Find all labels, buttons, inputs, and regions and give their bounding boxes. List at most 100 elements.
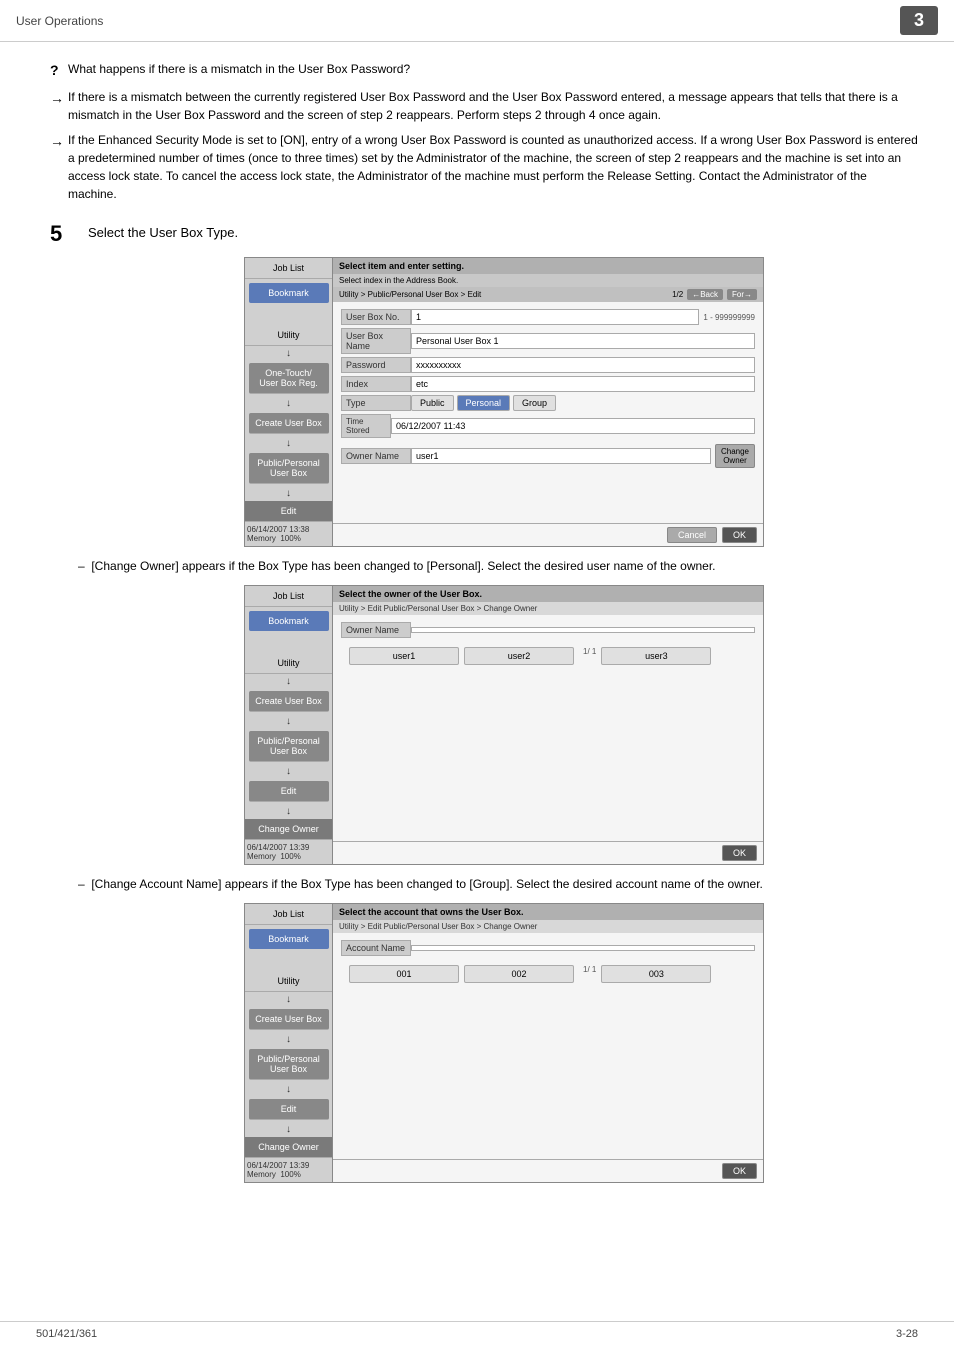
screen3-sidebar-create-user-box[interactable]: Create User Box <box>249 1009 329 1030</box>
field-value-boxno[interactable]: 1 <box>411 309 699 325</box>
field-value-password[interactable]: xxxxxxxxxx <box>411 357 755 373</box>
field-row-boxname: User Box Name Personal User Box 1 <box>341 328 755 354</box>
type-row: Type Public Personal Group <box>341 395 755 411</box>
question-symbol: ? <box>50 60 68 81</box>
screen2-mockup: Job List Bookmark Utility ↓ Create User … <box>244 585 764 865</box>
type-options: Public Personal Group <box>411 395 556 411</box>
screen2-footer: OK <box>333 841 763 864</box>
user-btn-user3[interactable]: user3 <box>601 647 711 665</box>
screen3-account-name-row: Account Name <box>341 940 755 956</box>
field-value-index[interactable]: etc <box>411 376 755 392</box>
screen3-fields: Account Name 001 002 1/ 1 003 <box>333 933 763 1159</box>
screen1-nav-page: 1/2 <box>672 290 683 299</box>
sidebar-utility[interactable]: Utility <box>245 325 332 346</box>
sidebar-bookmark[interactable]: Bookmark <box>249 283 329 303</box>
screen3-title: Select the account that owns the User Bo… <box>333 904 763 920</box>
screen3-sidebar-utility[interactable]: Utility <box>245 971 332 992</box>
screen3-account-name-label: Account Name <box>341 940 411 956</box>
sidebar-job-list[interactable]: Job List <box>245 258 332 279</box>
dash1-text: – [Change Owner] appears if the Box Type… <box>78 557 918 575</box>
screen2-sidebar-arrow2: ↓ <box>286 714 291 729</box>
screen1-fields: User Box No. 1 1 - 999999999 User Box Na… <box>333 302 763 523</box>
user-btn-user1[interactable]: user1 <box>349 647 459 665</box>
screen2-owner-name-row: Owner Name <box>341 622 755 638</box>
arrow1-text: If there is a mismatch between the curre… <box>68 88 918 124</box>
step5-number: 5 <box>50 221 88 247</box>
account-btn-001[interactable]: 001 <box>349 965 459 983</box>
screen1-main: Select item and enter setting. Select in… <box>333 258 763 546</box>
screen2-ok-btn[interactable]: OK <box>722 845 757 861</box>
screen1-title: Select item and enter setting. <box>333 258 763 274</box>
screen3-sidebar-public-personal[interactable]: Public/Personal User Box <box>249 1049 329 1080</box>
screen2-sidebar-utility[interactable]: Utility <box>245 653 332 674</box>
question-text: What happens if there is a mismatch in t… <box>68 60 918 78</box>
screen2-sidebar: Job List Bookmark Utility ↓ Create User … <box>245 586 333 864</box>
screen3-sidebar-datetime: 06/14/2007 13:39 Memory 100% <box>245 1158 332 1182</box>
screen2-owner-name-value[interactable] <box>411 627 755 633</box>
screen3-ok-btn[interactable]: OK <box>722 1163 757 1179</box>
screen3-sidebar-arrow2: ↓ <box>286 1032 291 1047</box>
screen3-account-name-value[interactable] <box>411 945 755 951</box>
screen3-sidebar-edit[interactable]: Edit <box>249 1099 329 1120</box>
screen1-cancel-btn[interactable]: Cancel <box>667 527 717 543</box>
footer-left: 501/421/361 <box>36 1328 97 1340</box>
screen2-sidebar-job-list[interactable]: Job List <box>245 586 332 607</box>
screen2-sidebar-change-owner[interactable]: Change Owner <box>245 819 332 840</box>
time-label: Time Stored <box>341 414 391 438</box>
type-group-btn[interactable]: Group <box>513 395 556 411</box>
screen2-sidebar-public-personal[interactable]: Public/Personal User Box <box>249 731 329 762</box>
arrow2-text: If the Enhanced Security Mode is set to … <box>68 131 918 203</box>
screen2-sidebar-edit[interactable]: Edit <box>249 781 329 802</box>
field-label-index: Index <box>341 376 411 392</box>
field-label-boxname: User Box Name <box>341 328 411 354</box>
page-container: User Operations 3 ? What happens if ther… <box>0 0 954 1350</box>
type-label: Type <box>341 395 411 411</box>
screen2-sidebar-bookmark[interactable]: Bookmark <box>249 611 329 631</box>
sidebar-arrow1: ↓ <box>286 346 291 361</box>
screen3-account-list: 001 002 1/ 1 003 <box>341 959 755 989</box>
screen2-sidebar-create-user-box[interactable]: Create User Box <box>249 691 329 712</box>
type-personal-btn[interactable]: Personal <box>457 395 511 411</box>
screen1-ok-btn[interactable]: OK <box>722 527 757 543</box>
sidebar-edit[interactable]: Edit <box>245 501 332 522</box>
sidebar-datetime1: 06/14/2007 13:38 Memory 100% <box>245 522 332 546</box>
field-hint-boxno: 1 - 999999999 <box>703 313 755 322</box>
screen3-sidebar-change-owner[interactable]: Change Owner <box>245 1137 332 1158</box>
screen2-main: Select the owner of the User Box. Utilit… <box>333 586 763 864</box>
field-label-password: Password <box>341 357 411 373</box>
screen1-subtitle: Select index in the Address Book. <box>333 274 763 287</box>
screen3-sidebar-bookmark[interactable]: Bookmark <box>249 929 329 949</box>
owner-label: Owner Name <box>341 448 411 464</box>
sidebar-public-personal[interactable]: Public/Personal User Box <box>249 453 329 484</box>
screen1-sidebar: Job List Bookmark Utility ↓ One-Touch/ U… <box>245 258 333 546</box>
account-btn-003[interactable]: 003 <box>601 965 711 983</box>
sidebar-arrow4: ↓ <box>286 486 291 501</box>
field-value-boxname[interactable]: Personal User Box 1 <box>411 333 755 349</box>
screen3-sidebar-job-list[interactable]: Job List <box>245 904 332 925</box>
screen3-wrapper: Job List Bookmark Utility ↓ Create User … <box>90 903 918 1183</box>
account-btn-002[interactable]: 002 <box>464 965 574 983</box>
field-row-password: Password xxxxxxxxxx <box>341 357 755 373</box>
user-btn-user2[interactable]: user2 <box>464 647 574 665</box>
screen1-back-btn[interactable]: ←Back <box>687 289 723 300</box>
main-content: ? What happens if there is a mismatch in… <box>0 42 954 1211</box>
owner-value[interactable]: user1 <box>411 448 711 464</box>
step5-block: 5 Select the User Box Type. <box>50 221 918 247</box>
screen1-mockup: Job List Bookmark Utility ↓ One-Touch/ U… <box>244 257 764 547</box>
screen2-sidebar-arrow3: ↓ <box>286 764 291 779</box>
screen1-wrapper: Job List Bookmark Utility ↓ One-Touch/ U… <box>90 257 918 547</box>
field-row-boxno: User Box No. 1 1 - 999999999 <box>341 309 755 325</box>
screen3-breadcrumb: Utility > Edit Public/Personal User Box … <box>333 920 763 933</box>
change-owner-btn[interactable]: Change Owner <box>715 444 755 468</box>
sidebar-create-user-box[interactable]: Create User Box <box>249 413 329 434</box>
screen1-nav: Utility > Public/Personal User Box > Edi… <box>333 287 763 302</box>
screen1-fwd-btn[interactable]: For→ <box>727 289 757 300</box>
type-public-btn[interactable]: Public <box>411 395 454 411</box>
page-number-badge: 3 <box>900 6 938 35</box>
sidebar-one-touch[interactable]: One-Touch/ User Box Reg. <box>249 363 329 394</box>
field-row-time: Time Stored 06/12/2007 11:43 <box>341 414 755 438</box>
screen2-sidebar-datetime: 06/14/2007 13:39 Memory 100% <box>245 840 332 864</box>
screen2-wrapper: Job List Bookmark Utility ↓ Create User … <box>90 585 918 865</box>
time-value: 06/12/2007 11:43 <box>391 418 755 434</box>
bullet-block: ? What happens if there is a mismatch in… <box>50 60 918 203</box>
